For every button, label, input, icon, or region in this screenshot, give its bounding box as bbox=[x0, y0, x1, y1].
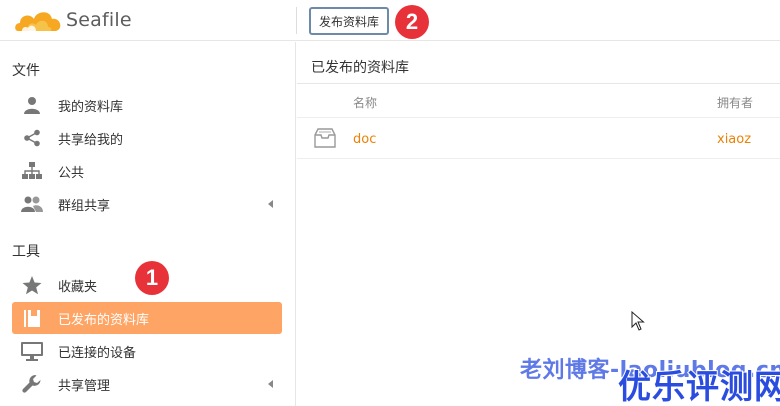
repo-icon bbox=[314, 128, 336, 148]
sidebar-item-public[interactable]: 公共 bbox=[12, 155, 282, 187]
sidebar-item-shared-with-me[interactable]: 共享给我的 bbox=[12, 122, 282, 154]
section-title-files: 文件 bbox=[12, 63, 40, 79]
mouse-cursor-icon bbox=[631, 311, 645, 331]
user-icon bbox=[21, 95, 43, 115]
repo-owner-link[interactable]: xiaoz bbox=[717, 132, 751, 147]
repo-name-link[interactable]: doc bbox=[353, 132, 376, 147]
book-icon bbox=[21, 308, 43, 328]
share-icon bbox=[21, 128, 43, 148]
watermark-large-text: 优乐评测网 bbox=[617, 366, 780, 406]
sidebar-item-my-libraries[interactable]: 我的资料库 bbox=[12, 89, 282, 121]
seafile-logo-icon bbox=[15, 12, 61, 31]
sidebar-item-label: 已发布的资料库 bbox=[58, 312, 150, 328]
monitor-icon bbox=[21, 341, 43, 361]
header-divider bbox=[296, 7, 297, 34]
table-row[interactable]: doc xiaoz bbox=[297, 117, 780, 159]
sidebar-item-group-share[interactable]: 群组共享 bbox=[12, 188, 282, 220]
sidebar-item-label: 已连接的设备 bbox=[58, 345, 137, 361]
column-header-name[interactable]: 名称 bbox=[353, 94, 377, 111]
group-icon bbox=[21, 194, 43, 214]
seafile-logo[interactable]: Seafile bbox=[14, 5, 132, 35]
org-tree-icon bbox=[21, 161, 43, 181]
sidebar-item-label: 我的资料库 bbox=[58, 99, 124, 115]
sidebar: 文件 我的资料库 共享给我的 公共 群组共享 工具 收藏夹 已发布的资料库 已连… bbox=[0, 42, 296, 406]
wrench-icon bbox=[21, 374, 43, 394]
sidebar-item-label: 群组共享 bbox=[58, 198, 111, 214]
sidebar-item-share-admin[interactable]: 共享管理 bbox=[12, 368, 282, 400]
page-title: 已发布的资料库 bbox=[311, 60, 409, 76]
callout-badge-1: 1 bbox=[135, 261, 169, 295]
publish-library-button[interactable]: 发布资料库 bbox=[309, 7, 390, 35]
section-title-tools: 工具 bbox=[12, 244, 40, 260]
star-icon bbox=[21, 275, 43, 295]
sidebar-item-label: 公共 bbox=[58, 165, 85, 181]
logo-text: Seafile bbox=[66, 9, 132, 31]
sidebar-item-connected-devices[interactable]: 已连接的设备 bbox=[12, 335, 282, 367]
caret-left-icon[interactable] bbox=[268, 200, 273, 208]
sidebar-item-label: 共享管理 bbox=[58, 378, 111, 394]
sidebar-item-label: 收藏夹 bbox=[58, 279, 98, 295]
sidebar-item-label: 共享给我的 bbox=[58, 132, 124, 148]
top-header: Seafile 发布资料库 2 bbox=[0, 0, 780, 41]
callout-badge-2: 2 bbox=[395, 5, 429, 39]
caret-left-icon[interactable] bbox=[268, 380, 273, 388]
sidebar-item-published-libraries[interactable]: 已发布的资料库 bbox=[12, 302, 282, 334]
main-title-bar: 已发布的资料库 bbox=[297, 42, 780, 84]
column-header-owner: 拥有者 bbox=[717, 96, 754, 110]
